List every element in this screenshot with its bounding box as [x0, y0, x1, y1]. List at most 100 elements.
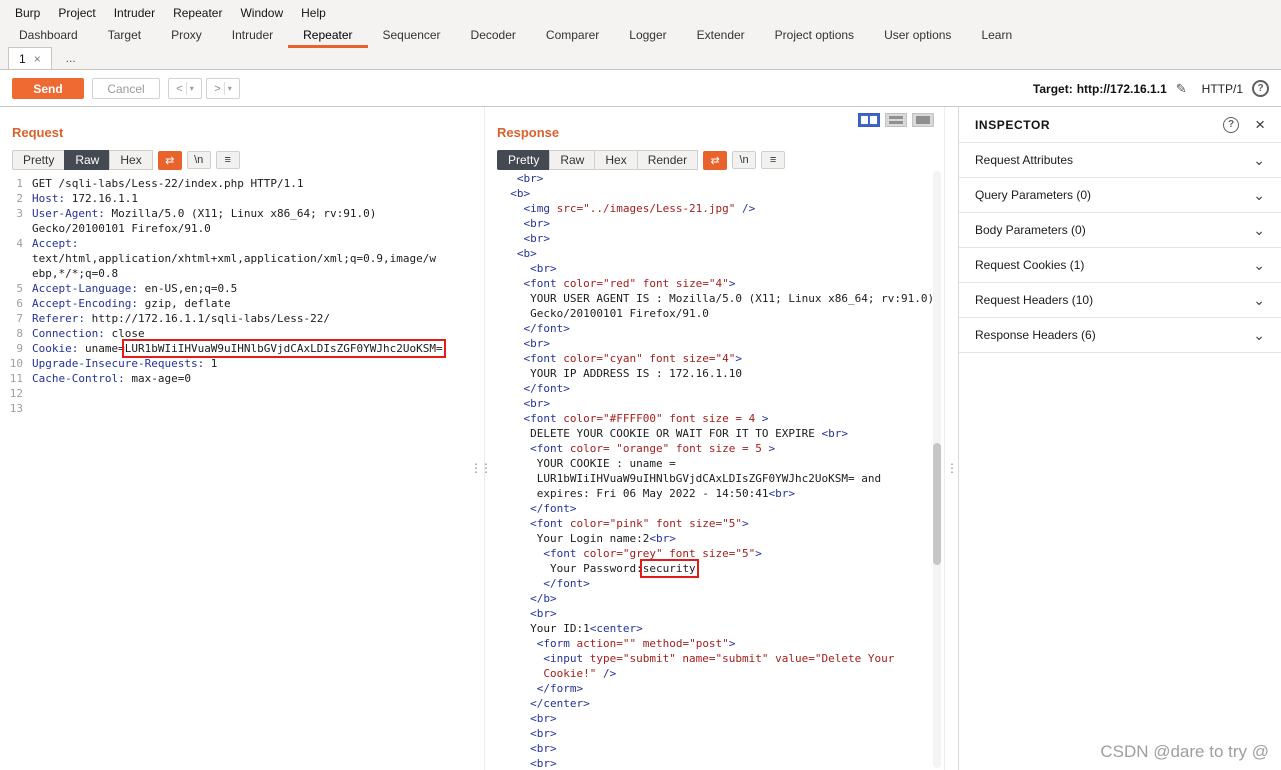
- menu-repeater[interactable]: Repeater: [164, 6, 231, 20]
- tab-proxy[interactable]: Proxy: [156, 25, 217, 48]
- request-menu-icon[interactable]: ≡: [215, 151, 240, 169]
- code-segment: >: [728, 637, 736, 650]
- help-icon[interactable]: ?: [1252, 80, 1269, 97]
- layout-single-button[interactable]: [912, 113, 934, 127]
- response-panel: Response Pretty Raw Hex Render ⇄ \n ≡ <br> <b>…: [485, 107, 945, 770]
- code-segment: >: [755, 547, 762, 560]
- code-segment: <font: [497, 442, 570, 455]
- http-version-button[interactable]: HTTP/1: [1202, 82, 1243, 96]
- menu-intruder[interactable]: Intruder: [105, 6, 164, 20]
- menu-window[interactable]: Window: [231, 6, 292, 20]
- code-segment: ebp,*/*;q=0.8: [32, 267, 119, 280]
- response-tab-hex[interactable]: Hex: [594, 150, 638, 170]
- panel-splitter-handle[interactable]: ⋮⋮: [470, 462, 492, 474]
- code-segment: Gecko/20100101 Firefox/91.0: [497, 307, 709, 320]
- code-segment: YOUR IP ADDRESS IS : 172.16.1.10: [497, 367, 743, 380]
- help-icon[interactable]: ?: [1223, 116, 1240, 133]
- code-segment: text/html,application/xhtml+xml,applicat…: [32, 252, 436, 265]
- code-segment: >: [728, 277, 736, 290]
- code-segment: <br>: [649, 532, 676, 545]
- request-editor[interactable]: 1 GET /sqli-labs/Less-22/index.php HTTP/1…: [0, 176, 484, 770]
- layout-columns-button[interactable]: [858, 113, 880, 127]
- response-nonprintable-toggle-icon[interactable]: ⇄: [703, 150, 728, 170]
- tab-user-options[interactable]: User options: [869, 25, 966, 48]
- chevron-down-icon: ⌄: [1253, 256, 1265, 273]
- tab-project-options[interactable]: Project options: [760, 25, 869, 48]
- tab-learn[interactable]: Learn: [966, 25, 1027, 48]
- inspector-section-body-parameters-0[interactable]: Body Parameters (0) ⌄: [959, 213, 1281, 248]
- code-segment: <br>: [497, 727, 557, 740]
- tab-comparer[interactable]: Comparer: [531, 25, 614, 48]
- tab-decoder[interactable]: Decoder: [456, 25, 531, 48]
- code-segment: max-age=0: [124, 372, 191, 385]
- layout-rows-button[interactable]: [885, 113, 907, 127]
- code-line: </b>: [497, 591, 944, 606]
- toolbar: Send Cancel < ▾ > ▾ Target: http://172.16.…: [0, 71, 1281, 107]
- line-number: 2: [16, 192, 23, 205]
- code-segment: <form: [497, 637, 577, 650]
- close-icon[interactable]: ×: [1255, 115, 1265, 135]
- code-line: <br>: [497, 606, 944, 621]
- tab-sequencer[interactable]: Sequencer: [368, 25, 456, 48]
- code-segment: Accept-Encoding:: [32, 297, 138, 310]
- code-segment: Upgrade-Insecure-Requests:: [32, 357, 205, 370]
- code-segment: >: [735, 352, 743, 365]
- repeater-tab-more[interactable]: ...: [52, 47, 90, 69]
- code-line: 8 Connection: close: [6, 326, 484, 341]
- send-button[interactable]: Send: [12, 78, 84, 99]
- code-segment: LUR1bWIiIHVuaW9uIHNlbGVjdCAxLDIsZGF0YWJh…: [497, 472, 882, 485]
- code-segment: <font: [497, 412, 564, 425]
- tab-dashboard[interactable]: Dashboard: [4, 25, 93, 48]
- inspector-title: INSPECTOR: [975, 117, 1051, 132]
- code-segment: Gecko/20100101 Firefox/91.0: [32, 222, 211, 235]
- history-back-button[interactable]: < ▾: [168, 78, 202, 99]
- response-tab-render[interactable]: Render: [636, 150, 699, 170]
- request-nonprintable-toggle-icon[interactable]: ⇄: [157, 150, 182, 170]
- code-segment: 172.16.1.1: [65, 192, 138, 205]
- tab-repeater[interactable]: Repeater: [288, 25, 368, 48]
- code-segment: <font: [497, 352, 564, 365]
- edit-target-icon[interactable]: ✎: [1176, 81, 1187, 97]
- inspector-section-request-attributes[interactable]: Request Attributes ⌄: [959, 143, 1281, 178]
- inspector-section-request-headers-10[interactable]: Request Headers (10) ⌄: [959, 283, 1281, 318]
- code-segment: YOUR COOKIE : uname =: [497, 457, 676, 470]
- inspector-section-request-cookies-1[interactable]: Request Cookies (1) ⌄: [959, 248, 1281, 283]
- response-newline-icon[interactable]: \n: [732, 151, 757, 169]
- repeater-tab-1[interactable]: 1 ×: [8, 47, 52, 69]
- close-icon[interactable]: ×: [34, 52, 41, 66]
- request-tab-hex[interactable]: Hex: [109, 150, 153, 170]
- history-forward-button[interactable]: > ▾: [206, 78, 240, 99]
- inspector-section-response-headers-6[interactable]: Response Headers (6) ⌄: [959, 318, 1281, 353]
- code-segment: Accept-Language:: [32, 282, 138, 295]
- menu-project[interactable]: Project: [49, 6, 104, 20]
- tab-target[interactable]: Target: [93, 25, 156, 48]
- tab-extender[interactable]: Extender: [682, 25, 760, 48]
- code-segment: color="pink" font size="5": [569, 517, 743, 530]
- menu-burp[interactable]: Burp: [6, 6, 49, 20]
- response-tab-pretty[interactable]: Pretty: [497, 150, 551, 170]
- tab-intruder[interactable]: Intruder: [217, 25, 288, 48]
- code-line: YOUR IP ADDRESS IS : 172.16.1.10: [497, 366, 944, 381]
- inspector-section-label: Request Attributes: [975, 153, 1074, 167]
- code-segment: http://172.16.1.1/sqli-labs/Less-22/: [84, 312, 331, 325]
- code-line: <font color="red" font size="4">: [497, 276, 944, 291]
- cancel-button[interactable]: Cancel: [92, 78, 160, 99]
- response-scrollbar-thumb[interactable]: [933, 443, 941, 565]
- request-tab-pretty[interactable]: Pretty: [12, 150, 66, 170]
- response-tab-raw[interactable]: Raw: [549, 150, 596, 170]
- request-tab-raw[interactable]: Raw: [64, 150, 111, 170]
- code-line: </center>: [497, 696, 944, 711]
- request-newline-icon[interactable]: \n: [186, 151, 211, 169]
- code-segment: Host:: [32, 192, 66, 205]
- inspector-section-label: Body Parameters (0): [975, 223, 1086, 237]
- code-line: 5 Accept-Language: en-US,en;q=0.5: [6, 281, 484, 296]
- menubar: Burp Project Intruder Repeater Window Help: [0, 0, 1281, 25]
- menu-help[interactable]: Help: [292, 6, 335, 20]
- response-menu-icon[interactable]: ≡: [761, 151, 786, 169]
- chevron-down-icon: ⌄: [1253, 186, 1265, 203]
- inspector-section-query-parameters-0[interactable]: Query Parameters (0) ⌄: [959, 178, 1281, 213]
- tab-logger[interactable]: Logger: [614, 25, 681, 48]
- history-nav-group: < ▾ > ▾: [168, 78, 240, 99]
- code-line: 13: [6, 401, 484, 416]
- code-line: <b>: [497, 246, 944, 261]
